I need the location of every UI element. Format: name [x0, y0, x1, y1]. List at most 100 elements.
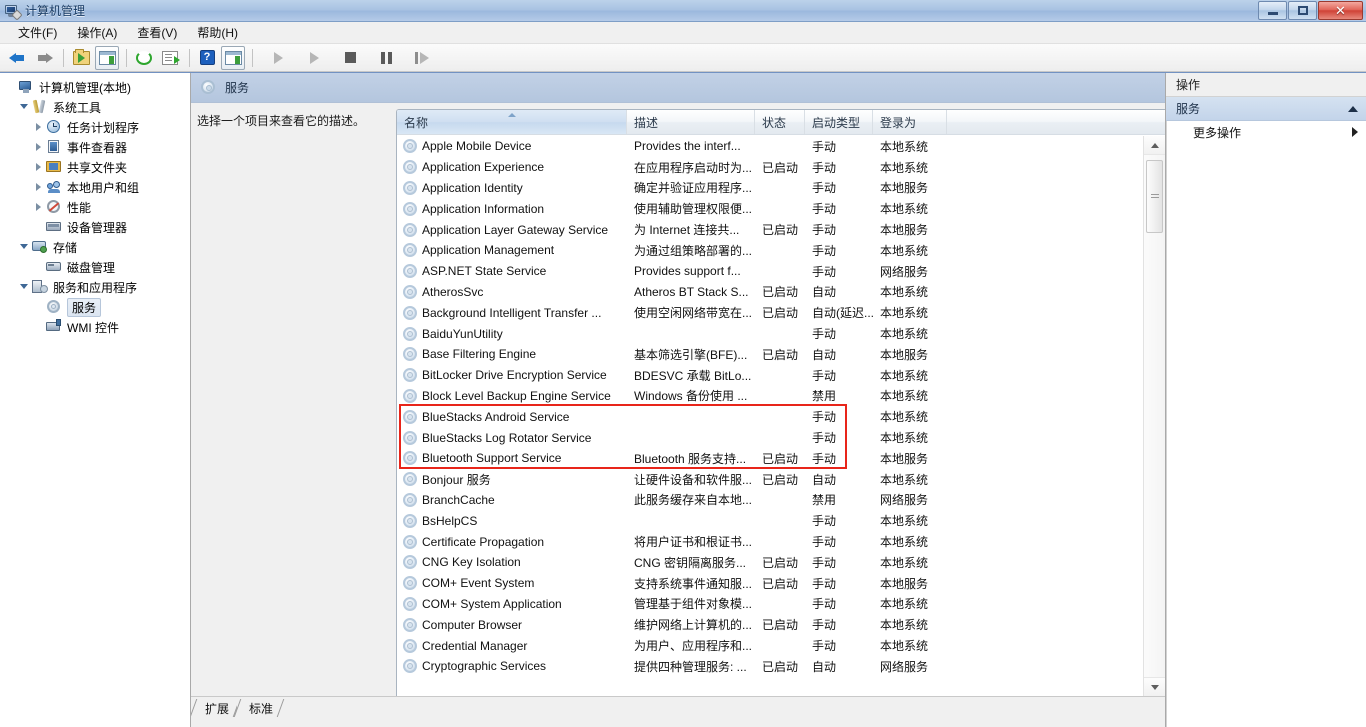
cell-text: 本地系统 — [880, 243, 929, 258]
pause-service-button[interactable] — [374, 46, 398, 70]
service-row[interactable]: Base Filtering Engine 基本筛选引擎(BFE)... 已启动 自动… — [397, 344, 1143, 365]
export-list-button[interactable] — [158, 46, 182, 70]
chevron-down-icon[interactable] — [18, 280, 32, 294]
scrollbar-thumb[interactable] — [1146, 160, 1163, 233]
cell-description: 基本筛选引擎(BFE)... — [627, 346, 755, 363]
maximize-button[interactable] — [1288, 1, 1317, 20]
service-row[interactable]: Background Intelligent Transfer ... 使用空闲网… — [397, 302, 1143, 323]
restart-service-button[interactable] — [410, 46, 434, 70]
tree-storage[interactable]: 存储 — [4, 237, 190, 257]
scroll-down-button[interactable] — [1144, 677, 1165, 696]
service-row[interactable]: AtherosSvc Atheros BT Stack S... 已启动 自动 本地系统 — [397, 282, 1143, 303]
tools-icon — [32, 99, 48, 115]
service-row[interactable]: Application Management 为通过组策略部署的... 手动 本地系统 — [397, 240, 1143, 261]
show-console-tree-button[interactable] — [95, 45, 119, 70]
cell-log-on-as: 本地系统 — [873, 242, 947, 259]
service-row[interactable]: Computer Browser 维护网络上计算机的... 已启动 手动 本地系统 — [397, 614, 1143, 635]
tree-computer-management-local[interactable]: 计算机管理(本地) — [4, 77, 190, 97]
properties-pane-button[interactable] — [221, 45, 245, 70]
service-row[interactable]: ASP.NET State Service Provides support f.… — [397, 261, 1143, 282]
forward-button[interactable] — [32, 46, 56, 70]
chevron-down-icon[interactable] — [18, 100, 32, 114]
actions-group-header[interactable]: 服务 — [1166, 97, 1366, 121]
tree-event-viewer[interactable]: 事件查看器 — [4, 137, 190, 157]
service-row[interactable]: Application Layer Gateway Service 为 Inter… — [397, 219, 1143, 240]
service-row[interactable]: BaiduYunUtility 手动 本地系统 — [397, 323, 1143, 344]
chevron-right-icon[interactable] — [32, 140, 46, 154]
list-body[interactable]: Apple Mobile Device Provides the interf..… — [397, 136, 1143, 696]
tree-local-users-and-groups[interactable]: 本地用户和组 — [4, 177, 190, 197]
service-row[interactable]: Credential Manager 为用户、应用程序和... 手动 本地系统 — [397, 635, 1143, 656]
up-one-level-button[interactable] — [69, 46, 93, 70]
service-row[interactable]: BlueStacks Log Rotator Service 手动 本地系统 — [397, 427, 1143, 448]
cell-text: AtherosSvc — [422, 284, 484, 299]
tab-extended[interactable]: 扩展 — [193, 699, 238, 717]
menu-help[interactable]: 帮助(H) — [187, 22, 248, 43]
tree-shared-folders[interactable]: 共享文件夹 — [4, 157, 190, 177]
folder-up-icon — [72, 48, 90, 65]
refresh-button[interactable] — [132, 46, 156, 70]
service-row[interactable]: Application Information 使用辅助管理权限便... 手动 本地系… — [397, 198, 1143, 219]
service-row[interactable]: BitLocker Drive Encryption Service BDESVC… — [397, 365, 1143, 386]
service-row[interactable]: Application Identity 确定并验证应用程序... 手动 本地服务 — [397, 178, 1143, 199]
service-row[interactable]: COM+ Event System 支持系统事件通知服... 已启动 手动 本地服务 — [397, 573, 1143, 594]
chevron-down-icon[interactable] — [18, 240, 32, 254]
view-tab-strip: 扩展 标准 — [191, 696, 1165, 727]
service-row[interactable]: Certificate Propagation 将用户证书和根证书... 手动 本地系… — [397, 531, 1143, 552]
cell-description: 为用户、应用程序和... — [627, 637, 755, 654]
cell-log-on-as: 本地系统 — [873, 325, 947, 342]
service-row[interactable]: BsHelpCS 手动 本地系统 — [397, 510, 1143, 531]
service-gear-icon — [403, 472, 417, 487]
service-row[interactable]: CNG Key Isolation CNG 密钥隔离服务... 已启动 手动 本地系统 — [397, 552, 1143, 573]
service-row[interactable]: Bluetooth Support Service Bluetooth 服务支持.… — [397, 448, 1143, 469]
chevron-right-icon[interactable] — [32, 160, 46, 174]
chevron-right-icon[interactable] — [32, 180, 46, 194]
tree-wmi-control[interactable]: WMI 控件 — [4, 317, 190, 337]
column-log-on-as[interactable]: 登录为 — [873, 110, 947, 134]
tree-services-and-applications[interactable]: 服务和应用程序 — [4, 277, 190, 297]
menu-action[interactable]: 操作(A) — [67, 22, 127, 43]
service-row[interactable]: COM+ System Application 管理基于组件对象模... 手动 本地系… — [397, 594, 1143, 615]
view-tabs[interactable]: 扩展 标准 — [191, 697, 1165, 717]
back-button[interactable] — [6, 46, 30, 70]
column-description[interactable]: 描述 — [627, 110, 755, 134]
minimize-button[interactable] — [1258, 1, 1287, 20]
vertical-scrollbar[interactable] — [1143, 136, 1165, 696]
cell-text: 本地系统 — [880, 160, 929, 175]
cell-startup-type: 手动 — [805, 242, 873, 259]
tree-system-tools[interactable]: 系统工具 — [4, 97, 190, 117]
menu-file[interactable]: 文件(F) — [8, 22, 67, 43]
chevron-right-icon[interactable] — [32, 200, 46, 214]
console-tree[interactable]: 计算机管理(本地) 系统工具 任务计划程序 事件查看器 共享文件夹 本地用户和组 性能 设备管… — [0, 73, 191, 727]
service-row[interactable]: Bonjour 服务 让硬件设备和软件服... 已启动 自动 本地系统 — [397, 469, 1143, 490]
tree-device-manager[interactable]: 设备管理器 — [4, 217, 190, 237]
services-list-view[interactable]: 名称 描述 状态 启动类型 登录为 Apple Mobile Device Provide… — [396, 109, 1165, 696]
tree-performance[interactable]: 性能 — [4, 197, 190, 217]
service-row[interactable]: Apple Mobile Device Provides the interf..… — [397, 136, 1143, 157]
tab-standard[interactable]: 标准 — [237, 699, 282, 717]
help-button[interactable]: ? — [195, 46, 219, 70]
cell-description: Provides the interf... — [627, 139, 755, 153]
column-status[interactable]: 状态 — [755, 110, 805, 134]
column-name[interactable]: 名称 — [397, 110, 627, 134]
menu-view[interactable]: 查看(V) — [127, 22, 187, 43]
chevron-up-icon — [1150, 142, 1159, 148]
action-more-actions[interactable]: 更多操作 — [1167, 121, 1366, 143]
column-startup-type[interactable]: 启动类型 — [805, 110, 873, 134]
tree-disk-management[interactable]: 磁盘管理 — [4, 257, 190, 277]
tree-task-scheduler[interactable]: 任务计划程序 — [4, 117, 190, 137]
service-row[interactable]: BranchCache 此服务缓存来自本地... 禁用 网络服务 — [397, 490, 1143, 511]
service-row[interactable]: Block Level Backup Engine Service Windows… — [397, 386, 1143, 407]
service-row[interactable]: BlueStacks Android Service 手动 本地系统 — [397, 406, 1143, 427]
properties-pane-icon — [224, 50, 242, 65]
stop-service-button[interactable] — [338, 46, 362, 70]
chevron-right-icon[interactable] — [32, 120, 46, 134]
close-button[interactable]: ✕ — [1318, 1, 1363, 20]
resume-service-button[interactable] — [302, 46, 326, 70]
service-row[interactable]: Cryptographic Services 提供四种管理服务: ... 已启动 自动… — [397, 656, 1143, 677]
service-row[interactable]: Application Experience 在应用程序启动时为... 已启动 手动 本… — [397, 157, 1143, 178]
scroll-up-button[interactable] — [1144, 136, 1165, 155]
start-service-button[interactable] — [266, 46, 290, 70]
users-icon — [46, 179, 62, 195]
tree-services[interactable]: 服务 — [4, 297, 190, 317]
